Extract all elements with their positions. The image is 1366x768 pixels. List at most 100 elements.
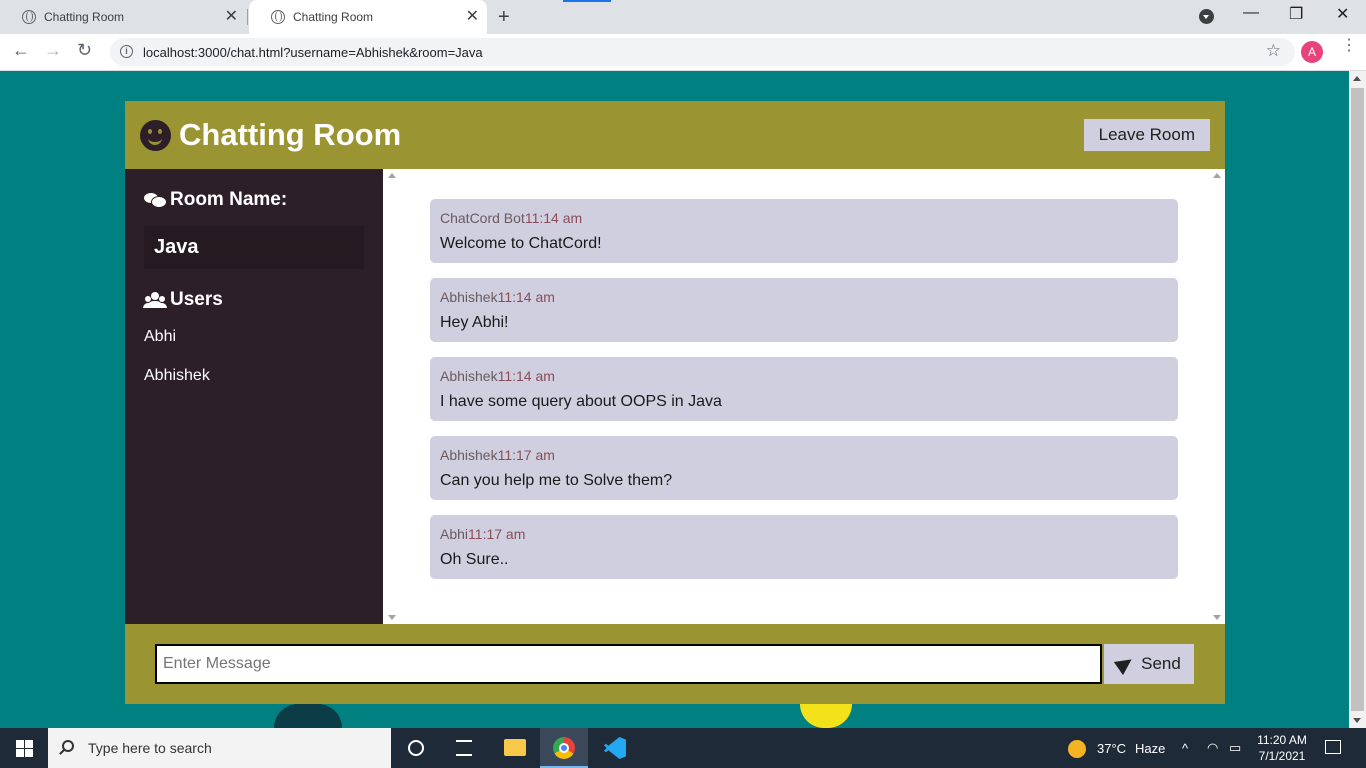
message-username: Abhi xyxy=(440,526,469,542)
close-tab-icon[interactable]: ✕ xyxy=(225,9,238,25)
network-icon[interactable]: ◠ xyxy=(1207,740,1218,756)
left-scrollbar[interactable] xyxy=(383,169,400,624)
message-time: 11:14 am xyxy=(497,368,555,384)
comments-icon xyxy=(144,192,167,208)
clock-date: 7/1/2021 xyxy=(1258,749,1306,763)
scroll-up-icon[interactable] xyxy=(388,173,396,178)
message-time: 11:14 am xyxy=(497,289,555,305)
message-input[interactable] xyxy=(155,644,1102,684)
message-meta: Abhishek11:17 am xyxy=(440,447,1168,463)
message-username: Abhishek xyxy=(440,368,498,384)
system-clock[interactable]: 11:20 AM 7/1/2021 xyxy=(1252,732,1312,764)
vscode-app[interactable] xyxy=(590,728,638,768)
message: Abhi11:17 am Oh Sure.. xyxy=(430,515,1178,579)
scroll-down-icon[interactable] xyxy=(388,615,396,620)
scroll-up-icon[interactable] xyxy=(1353,76,1361,81)
browser-toolbar: ← → ↻ i localhost:3000/chat.html?usernam… xyxy=(0,34,1366,71)
page-title: Chatting Room xyxy=(179,117,402,152)
weather-temp[interactable]: 37°C xyxy=(1097,741,1126,756)
message-username: Abhishek xyxy=(440,447,498,463)
back-icon[interactable]: ← xyxy=(12,40,30,61)
message-meta: ChatCord Bot11:14 am xyxy=(440,210,1168,226)
tray-chevron-icon[interactable]: ^ xyxy=(1182,741,1188,756)
chat-messages[interactable]: ChatCord Bot11:14 am Welcome to ChatCord… xyxy=(383,169,1225,624)
notification-icon[interactable] xyxy=(1325,740,1341,754)
taskbar: Type here to search 37°C Haze ^ ◠ ▭ 11:2… xyxy=(0,728,1366,768)
minimize-icon[interactable]: — xyxy=(1243,4,1259,22)
message-text: Hey Abhi! xyxy=(440,314,509,331)
scroll-down-icon[interactable] xyxy=(1213,615,1221,620)
message: ChatCord Bot11:14 am Welcome to ChatCord… xyxy=(430,199,1178,263)
reload-icon[interactable]: ↻ xyxy=(77,40,92,61)
message-meta: Abhishek11:14 am xyxy=(440,368,1168,384)
message-time: 11:17 am xyxy=(468,526,526,542)
info-icon[interactable]: i xyxy=(120,45,133,58)
task-view-icon[interactable] xyxy=(456,740,472,756)
users-heading: Users xyxy=(144,289,364,311)
users-icon xyxy=(144,292,166,308)
menu-icon[interactable]: ⋮ xyxy=(1341,38,1357,54)
smiley-icon xyxy=(140,119,171,151)
tab-title: Chatting Room xyxy=(293,10,374,24)
room-heading-label: Room Name: xyxy=(170,189,288,210)
tab-separator xyxy=(247,9,248,25)
taskbar-search[interactable]: Type here to search xyxy=(48,728,391,768)
sidebar: Room Name: Java Users Abhi Abhishek xyxy=(125,169,383,624)
folder-icon xyxy=(504,739,526,756)
tab-search-icon[interactable] xyxy=(1199,9,1214,24)
right-scrollbar[interactable] xyxy=(1208,169,1225,624)
page-title-wrapper: Chatting Room xyxy=(140,117,401,153)
forward-icon[interactable]: → xyxy=(44,40,62,61)
message: Abhishek11:14 am Hey Abhi! xyxy=(430,278,1178,342)
message-username: ChatCord Bot xyxy=(440,210,525,226)
user-list: Abhi Abhishek xyxy=(144,328,364,385)
file-explorer-app[interactable] xyxy=(490,728,538,768)
window-close-icon[interactable]: ✕ xyxy=(1336,4,1349,24)
cortana-icon[interactable] xyxy=(408,740,424,756)
weather-icon[interactable] xyxy=(1068,740,1086,758)
chat-container: Chatting Room Leave Room Room Name: Java… xyxy=(125,101,1225,704)
close-tab-icon[interactable]: ✕ xyxy=(466,9,479,25)
weather-condition[interactable]: Haze xyxy=(1135,741,1165,756)
taskbar-search-placeholder: Type here to search xyxy=(88,740,212,756)
browser-tab-active[interactable]: Chatting Room ✕ xyxy=(249,0,487,34)
browser-tab[interactable]: Chatting Room ✕ xyxy=(0,0,246,34)
leave-room-button[interactable]: Leave Room xyxy=(1083,119,1210,151)
scroll-up-icon[interactable] xyxy=(1213,173,1221,178)
paper-plane-icon xyxy=(1113,652,1137,676)
message-username: Abhishek xyxy=(440,289,498,305)
vscode-icon xyxy=(604,737,626,759)
new-tab-icon[interactable]: + xyxy=(498,6,510,29)
page-scrollbar[interactable] xyxy=(1349,71,1366,728)
message-text: Can you help me to Solve them? xyxy=(440,472,673,489)
clock-time: 11:20 AM xyxy=(1257,733,1307,747)
profile-avatar[interactable]: A xyxy=(1301,41,1323,63)
battery-icon[interactable]: ▭ xyxy=(1229,740,1241,756)
user-list-item: Abhi xyxy=(144,328,177,345)
message-text: I have some query about OOPS in Java xyxy=(440,393,722,410)
tab-title: Chatting Room xyxy=(44,10,125,24)
restore-icon[interactable]: ❐ xyxy=(1289,4,1303,24)
chat-form: Send xyxy=(125,624,1225,704)
windows-start-icon[interactable] xyxy=(16,740,33,757)
chat-main: Room Name: Java Users Abhi Abhishek Chat… xyxy=(125,169,1225,624)
globe-icon xyxy=(22,10,36,24)
loading-indicator xyxy=(563,0,611,2)
bookmark-star-icon[interactable]: ☆ xyxy=(1266,41,1281,61)
users-heading-label: Users xyxy=(170,289,223,310)
background-decoration xyxy=(274,704,342,728)
url-text[interactable]: localhost:3000/chat.html?username=Abhish… xyxy=(143,45,483,60)
chrome-app[interactable] xyxy=(540,728,588,768)
room-heading: Room Name: xyxy=(144,189,364,211)
address-bar[interactable]: i localhost:3000/chat.html?username=Abhi… xyxy=(110,38,1295,66)
message-meta: Abhishek11:14 am xyxy=(440,289,1168,305)
send-button[interactable]: Send xyxy=(1104,644,1194,684)
message-meta: Abhi11:17 am xyxy=(440,526,1168,542)
chat-header: Chatting Room Leave Room xyxy=(125,101,1225,169)
globe-icon xyxy=(271,10,285,24)
scroll-down-icon[interactable] xyxy=(1353,718,1361,723)
message: Abhishek11:17 am Can you help me to Solv… xyxy=(430,436,1178,500)
scrollbar-thumb[interactable] xyxy=(1351,88,1364,711)
background-decoration xyxy=(800,704,852,728)
message-time: 11:17 am xyxy=(497,447,555,463)
